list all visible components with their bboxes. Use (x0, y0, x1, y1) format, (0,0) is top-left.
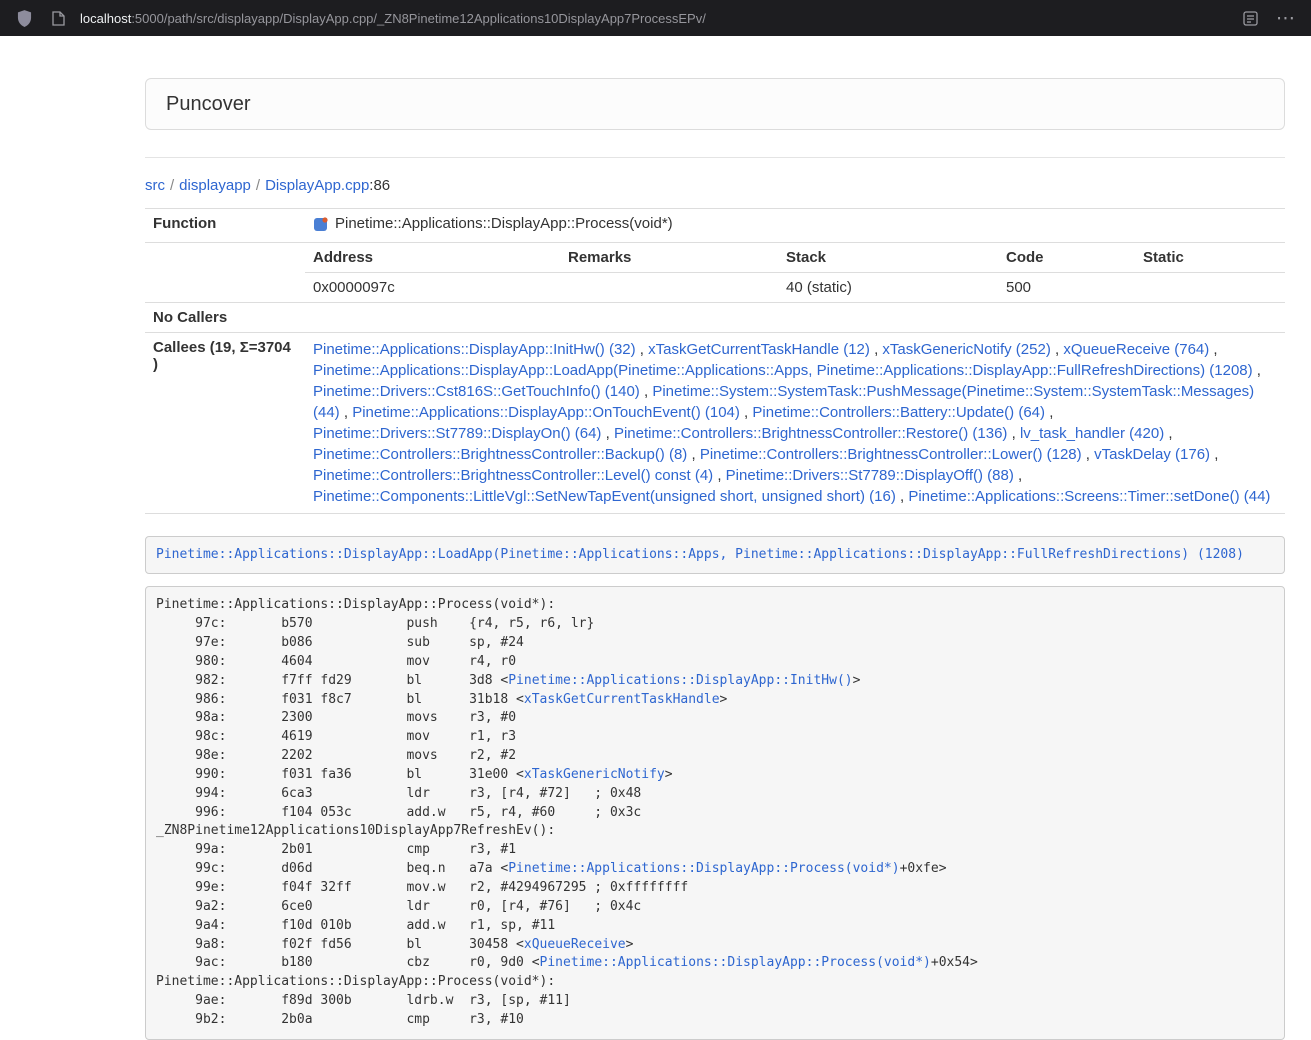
function-detail-row: Address Remarks Stack Code Static 0x0000… (145, 242, 1285, 302)
callee-link[interactable]: xTaskGenericNotify (252) (882, 341, 1050, 358)
cell-stack: 40 (static) (778, 272, 998, 302)
callee-link[interactable]: xQueueReceive (764) (1063, 341, 1209, 358)
browser-menu-icon[interactable]: ⋯ (1272, 9, 1299, 28)
callee-link[interactable]: Pinetime::Applications::Screens::Timer::… (908, 488, 1270, 505)
url-path: :5000/path/src/displayapp/DisplayApp.cpp… (131, 11, 706, 26)
code-symbol-link[interactable]: Pinetime::Applications::DisplayApp::Proc… (508, 861, 899, 876)
column-header-static: Static (1135, 243, 1285, 273)
browser-toolbar: localhost:5000/path/src/displayapp/Displ… (0, 0, 1311, 36)
detail-header-row: Address Remarks Stack Code Static (305, 243, 1285, 273)
callees-label: Callees (19, Σ=3704 ) (145, 332, 305, 513)
breadcrumb-separator: / (170, 177, 174, 194)
function-table: Function Pinetime::Applications::Display… (145, 208, 1285, 514)
callee-link[interactable]: Pinetime::Applications::DisplayApp::OnTo… (352, 404, 740, 421)
page-container: Puncover src / displayapp / DisplayApp.cpp:8… (145, 78, 1285, 1040)
callees-row: Callees (19, Σ=3704 ) Pinetime::Applicat… (145, 332, 1285, 513)
column-header-address: Address (305, 243, 560, 273)
callee-link[interactable]: Pinetime::Controllers::BrightnessControl… (313, 467, 713, 484)
breadcrumb-separator: / (256, 177, 260, 194)
breadcrumb: src / displayapp / DisplayApp.cpp:86 (145, 177, 1285, 194)
callee-link[interactable]: xTaskGetCurrentTaskHandle (12) (648, 341, 870, 358)
code-symbol-link[interactable]: Pinetime::Applications::DisplayApp::Init… (508, 673, 852, 688)
reader-mode-icon[interactable] (1238, 6, 1262, 30)
callee-link[interactable]: Pinetime::Controllers::BrightnessControl… (313, 446, 687, 463)
no-callers-label: No Callers (145, 302, 305, 332)
code-symbol-link[interactable]: Pinetime::Applications::DisplayApp::Proc… (540, 955, 931, 970)
column-header-stack: Stack (778, 243, 998, 273)
callee-link[interactable]: vTaskDelay (176) (1094, 446, 1210, 463)
function-row: Function Pinetime::Applications::Display… (145, 209, 1285, 243)
code-symbol-link[interactable]: xTaskGenericNotify (524, 767, 665, 782)
selected-callee-box: Pinetime::Applications::DisplayApp::Load… (145, 536, 1285, 575)
callee-link[interactable]: Pinetime::Components::LittleVgl::SetNewT… (313, 488, 896, 505)
callee-link[interactable]: Pinetime::Controllers::Battery::Update()… (752, 404, 1045, 421)
page-title: Puncover (166, 93, 251, 116)
url-bar[interactable]: localhost:5000/path/src/displayapp/Displ… (80, 11, 1228, 26)
cell-code: 500 (998, 272, 1135, 302)
callee-link[interactable]: lv_task_handler (420) (1020, 425, 1164, 442)
shield-icon[interactable] (12, 6, 36, 30)
callee-link[interactable]: Pinetime::Controllers::BrightnessControl… (700, 446, 1082, 463)
code-symbol-link[interactable]: xQueueReceive (524, 937, 626, 952)
disassembly-code: Pinetime::Applications::DisplayApp::Proc… (145, 586, 1285, 1039)
callee-link[interactable]: Pinetime::Drivers::St7789::DisplayOn() (… (313, 425, 601, 442)
function-icon (313, 216, 329, 232)
breadcrumb-src-link[interactable]: src (145, 177, 165, 194)
callee-link[interactable]: Pinetime::Applications::DisplayApp::Init… (313, 341, 636, 358)
callee-link[interactable]: Pinetime::Drivers::Cst816S::GetTouchInfo… (313, 383, 640, 400)
breadcrumb-dir-link[interactable]: displayapp (179, 177, 251, 194)
selected-callee-link[interactable]: Pinetime::Applications::DisplayApp::Load… (156, 547, 1244, 562)
function-name: Pinetime::Applications::DisplayApp::Proc… (335, 215, 673, 232)
detail-data-row: 0x0000097c 40 (static) 500 (305, 272, 1285, 302)
page-icon[interactable] (46, 6, 70, 30)
breadcrumb-line-number: :86 (369, 177, 390, 194)
code-symbol-link[interactable]: xTaskGetCurrentTaskHandle (524, 692, 720, 707)
callees-list: Pinetime::Applications::DisplayApp::Init… (305, 332, 1285, 513)
column-header-code: Code (998, 243, 1135, 273)
callee-link[interactable]: Pinetime::Applications::DisplayApp::Load… (313, 362, 1253, 379)
callee-link[interactable]: Pinetime::Drivers::St7789::DisplayOff() … (726, 467, 1014, 484)
divider (145, 157, 1285, 158)
column-header-remarks: Remarks (560, 243, 778, 273)
function-label: Function (145, 209, 305, 243)
page-header: Puncover (145, 78, 1285, 130)
function-detail-table: Address Remarks Stack Code Static 0x0000… (305, 243, 1285, 302)
cell-address: 0x0000097c (305, 272, 560, 302)
no-callers-row: No Callers (145, 302, 1285, 332)
url-host: localhost (80, 11, 131, 26)
cell-static (1135, 272, 1285, 302)
callee-link[interactable]: Pinetime::Controllers::BrightnessControl… (614, 425, 1007, 442)
cell-remarks (560, 272, 778, 302)
breadcrumb-file-link[interactable]: DisplayApp.cpp (265, 177, 369, 194)
